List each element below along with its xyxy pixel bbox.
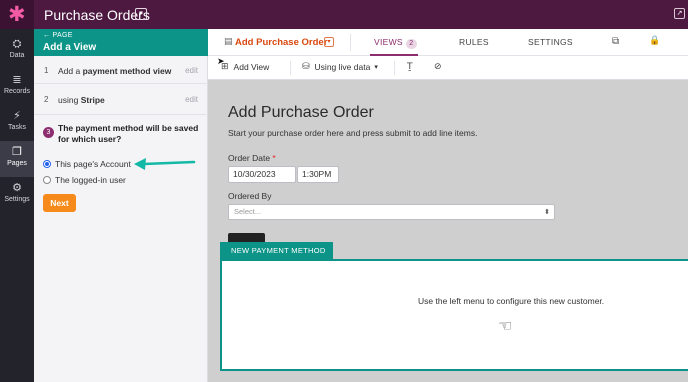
nav-label: Settings (4, 196, 30, 203)
view-tabs-bar: ▤ Add Purchase Order ▾ VIEWS 2 RULES SETT… (208, 29, 688, 56)
step-number: 2 (44, 95, 49, 104)
nav-label: Data (9, 52, 25, 59)
app-title: Purchase Orders (44, 7, 150, 23)
step-value: Stripe (80, 95, 105, 105)
annotation-arrow-icon (134, 158, 196, 170)
select-placeholder: Select... (234, 207, 262, 216)
divider (350, 34, 351, 51)
step-prefix: Add a (58, 66, 83, 76)
nav-item-records[interactable]: ≣ Records (0, 69, 34, 105)
radio-unselected-icon[interactable] (43, 176, 51, 184)
next-button[interactable]: Next (43, 194, 76, 212)
nav-label: Tasks (8, 124, 26, 131)
ordered-by-label: Ordered By (228, 191, 272, 201)
divider (290, 61, 291, 75)
order-date-input[interactable]: 10/30/2023 (228, 166, 296, 183)
edit-step-1-link[interactable]: edit (185, 66, 198, 75)
step-value: payment method view (82, 66, 172, 76)
tab-settings[interactable]: SETTINGS (528, 37, 573, 47)
step-prefix: using (58, 95, 81, 105)
tab-views[interactable]: VIEWS 2 (374, 37, 417, 49)
form-subtitle: Start your purchase order here and press… (228, 128, 478, 138)
database-icon: ⛁ (302, 62, 310, 72)
lock-icon[interactable]: 🔒 (649, 36, 660, 46)
left-nav: ⛭ Data ≣ Records ⚡ Tasks ❐ Pages ⚙ Setti… (0, 29, 34, 382)
data-icon: ⛭ (12, 37, 22, 50)
required-mark: * (272, 153, 276, 163)
option-page-account[interactable]: This page's Account (43, 159, 131, 169)
add-view-button[interactable]: ⊞ Add View (221, 62, 269, 72)
dropdown-caret-icon: ▾ (374, 64, 378, 71)
form-title: Add Purchase Order (228, 104, 374, 121)
top-bar: ✱ Purchase Orders ▾ ↗ (0, 0, 688, 29)
step-3-badge: 3 (43, 127, 54, 138)
step-text: using Stripe (58, 95, 105, 105)
view-menu-caret-icon[interactable]: ▾ (324, 37, 334, 47)
app-switch-caret-icon[interactable]: ▾ (135, 8, 147, 20)
pages-icon: ❐ (12, 145, 22, 158)
views-count-badge: 2 (405, 39, 417, 49)
new-payment-method-view[interactable] (220, 259, 688, 371)
divider (394, 61, 395, 75)
panel-header: ← PAGE Add a View (34, 29, 208, 56)
step-3-question: The payment method will be saved for whi… (58, 123, 199, 144)
nav-item-tasks[interactable]: ⚡ Tasks (0, 105, 34, 141)
form-view-icon: ▤ (224, 37, 233, 47)
option-label: This page's Account (55, 159, 131, 169)
tab-rules[interactable]: RULES (459, 37, 489, 47)
order-time-input[interactable]: 1:30PM (297, 166, 339, 183)
hide-icon: ⊘ (434, 62, 442, 72)
app-logo-icon: ✱ (8, 2, 26, 26)
edit-step-2-link[interactable]: edit (185, 95, 198, 104)
add-view-label: Add View (233, 62, 270, 72)
option-logged-in-user[interactable]: The logged-in user (43, 175, 126, 185)
order-date-label: Order Date * (228, 153, 276, 163)
option-label: The logged-in user (55, 175, 126, 185)
nav-item-settings[interactable]: ⚙ Settings (0, 177, 34, 213)
records-icon: ≣ (12, 73, 22, 86)
wizard-step-1: 1 Add a payment method view edit (34, 56, 208, 84)
step-number: 1 (44, 66, 49, 75)
nav-item-pages[interactable]: ❐ Pages (0, 141, 34, 177)
step-text: Add a payment method view (58, 66, 171, 76)
back-to-page-link[interactable]: ← PAGE (43, 32, 73, 39)
wizard-step-2: 2 using Stripe edit (34, 85, 208, 115)
live-data-label: Using live data (314, 62, 371, 72)
radio-selected-icon[interactable] (43, 160, 51, 168)
open-live-app-icon[interactable]: ↗ (674, 8, 685, 19)
select-caret-icon: ⬍ (544, 208, 550, 216)
mouse-cursor-icon: ➤ (217, 57, 225, 67)
logo-box[interactable]: ✱ (0, 0, 34, 29)
ordered-by-select[interactable]: Select... ⬍ (228, 204, 555, 220)
nav-label: Records (3, 88, 31, 95)
text-format-icon: Ṯ (407, 62, 413, 72)
field-label-text: Order Date (228, 153, 271, 163)
add-view-panel: ← PAGE Add a View 1 Add a payment method… (34, 29, 208, 382)
configure-message: Use the left menu to configure this new … (418, 296, 605, 306)
tasks-icon: ⚡ (13, 109, 21, 122)
settings-icon: ⚙ (12, 181, 22, 194)
tab-label: VIEWS (374, 37, 403, 47)
new-payment-method-tab[interactable]: NEW PAYMENT METHOD (220, 242, 333, 259)
nav-label: Pages (7, 160, 27, 167)
panel-title: Add a View (43, 42, 97, 53)
pointing-hand-icon: ☜ (498, 316, 513, 335)
external-link-icon[interactable]: ⧉ (612, 36, 619, 47)
live-data-dropdown[interactable]: ⛁ Using live data ▾ (302, 62, 378, 72)
view-toolbar: ⊞ Add View ⛁ Using live data ▾ Ṯ ⊘ (208, 56, 688, 80)
text-format-button[interactable]: Ṯ (407, 62, 418, 72)
hide-button[interactable]: ⊘ (434, 62, 447, 72)
nav-item-data[interactable]: ⛭ Data (0, 33, 34, 69)
view-title[interactable]: Add Purchase Order (235, 37, 327, 48)
